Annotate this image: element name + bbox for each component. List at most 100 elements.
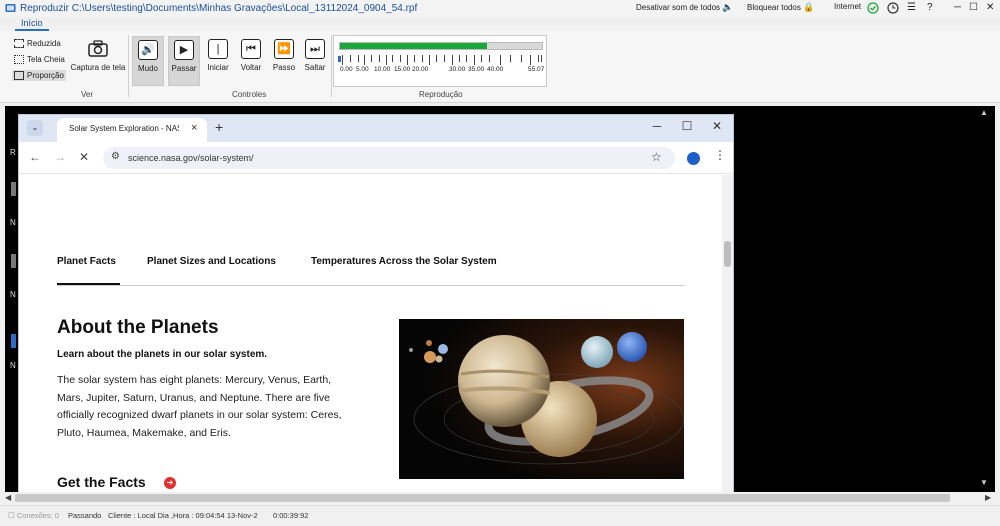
bookmark-star-icon[interactable]: ☆ bbox=[651, 150, 662, 164]
forward-arrow-icon[interactable]: → bbox=[54, 150, 66, 164]
view-group-label: Ver bbox=[81, 90, 94, 99]
ribbon: Reduzida Tela Cheia Proporção Captura de… bbox=[0, 31, 1000, 103]
help-icon[interactable]: ? bbox=[927, 2, 933, 13]
scroll-up-icon[interactable]: ▲ bbox=[980, 108, 988, 117]
more-menu-icon[interactable]: ⋮ bbox=[714, 148, 726, 162]
ribbon-tab-row: Início bbox=[0, 17, 1000, 31]
stop-loading-icon[interactable]: ✕ bbox=[79, 150, 89, 164]
view-reduced-button[interactable]: Reduzida bbox=[12, 38, 63, 49]
timeline-label: 55.07 bbox=[528, 66, 545, 73]
timeline-tick bbox=[364, 55, 365, 65]
browser-toolbar: ← → ✕ ⚙ science.nasa.gov/solar-system/ ☆… bbox=[19, 142, 733, 174]
lock-all-button[interactable]: Bloquear todos 🔒 bbox=[747, 2, 814, 13]
skip-button[interactable]: ⏭ Saltar bbox=[299, 36, 331, 86]
desktop-icon bbox=[11, 254, 16, 268]
view-fullscreen-button[interactable]: Tela Cheia bbox=[12, 54, 67, 65]
play-icon: ▶ bbox=[174, 40, 194, 60]
page-body-text: The solar system has eight planets: Merc… bbox=[57, 374, 342, 439]
timeline-tick bbox=[386, 55, 387, 65]
speaker-icon: 🔈 bbox=[722, 2, 734, 12]
step-label: Passo bbox=[272, 63, 296, 72]
mute-all-button[interactable]: Desativar som de todos 🔈 bbox=[636, 2, 734, 13]
timeline-label: 40.00 bbox=[487, 66, 504, 73]
elapsed-time: 0:00:39:92 bbox=[273, 511, 309, 520]
scrollbar-thumb[interactable] bbox=[724, 241, 731, 267]
tab-search-icon[interactable]: ⌄ bbox=[27, 120, 43, 136]
playback-timeline[interactable]: 0.00 5.00 10.00 15.00 20.00 30.00 35.00 … bbox=[333, 35, 547, 87]
scroll-left-icon[interactable]: ◀ bbox=[5, 493, 11, 502]
page-subtitle: Learn about the planets in our solar sys… bbox=[57, 349, 268, 360]
close-icon[interactable]: ✕ bbox=[707, 119, 727, 133]
clock-icon[interactable] bbox=[887, 2, 899, 14]
browser-tab[interactable]: Solar System Exploration - NAS × bbox=[57, 118, 207, 142]
maximize-icon[interactable]: ☐ bbox=[969, 2, 978, 13]
tab-inicio[interactable]: Início bbox=[15, 17, 49, 31]
playhead-marker[interactable] bbox=[338, 56, 341, 62]
scroll-down-icon[interactable]: ▼ bbox=[980, 478, 988, 487]
screenshot-button[interactable]: Captura de tela bbox=[70, 36, 126, 86]
playback-state: Passando bbox=[68, 511, 102, 520]
get-the-facts-link[interactable]: Get the Facts bbox=[57, 474, 146, 490]
site-info-icon[interactable]: ⚙ bbox=[111, 151, 120, 162]
window-title: Reproduzir C:\Users\testing\Documents\Mi… bbox=[20, 3, 418, 14]
fast-forward-icon: ⏩ bbox=[274, 39, 294, 59]
back-arrow-icon[interactable]: ← bbox=[29, 150, 41, 164]
desktop-icon bbox=[11, 182, 16, 196]
timeline-tick bbox=[489, 55, 490, 62]
step-button[interactable]: ⏩ Passo bbox=[268, 36, 300, 86]
timeline-label: 35.00 bbox=[468, 66, 485, 73]
minimize-icon[interactable]: ─ bbox=[954, 2, 961, 13]
timeline-tick bbox=[459, 55, 460, 62]
camera-icon bbox=[88, 40, 108, 57]
timeline-tick bbox=[429, 55, 430, 65]
timeline-tick bbox=[422, 55, 423, 62]
tab-planet-facts[interactable]: Planet Facts bbox=[57, 256, 116, 267]
tab-temperatures[interactable]: Temperatures Across the Solar System bbox=[311, 256, 497, 267]
start-button[interactable]: | Iniciar bbox=[202, 36, 234, 86]
minimize-icon[interactable]: ─ bbox=[647, 119, 667, 133]
mute-label: Mudo bbox=[137, 64, 158, 73]
browser-tab-strip: ⌄ Solar System Exploration - NAS × + ─ ☐… bbox=[19, 115, 733, 142]
tab-planet-sizes[interactable]: Planet Sizes and Locations bbox=[147, 256, 276, 267]
proportion-icon bbox=[14, 71, 24, 80]
timeline-tick bbox=[452, 55, 453, 65]
maximize-icon[interactable]: ☐ bbox=[677, 119, 697, 133]
internet-status[interactable]: Internet bbox=[834, 2, 861, 11]
close-icon[interactable]: ✕ bbox=[986, 2, 994, 13]
app-icon bbox=[5, 4, 16, 12]
address-bar[interactable]: ⚙ science.nasa.gov/solar-system/ ☆ bbox=[103, 147, 675, 169]
mute-button[interactable]: 🔊 Mudo bbox=[132, 36, 164, 86]
viewer-horizontal-scrollbar[interactable]: ◀ ▶ bbox=[5, 492, 995, 504]
remote-desktop-strip: R N N N bbox=[5, 106, 17, 492]
new-tab-icon[interactable]: + bbox=[215, 119, 223, 135]
menu-icon[interactable]: ☰ bbox=[907, 2, 916, 13]
tab-close-icon[interactable]: × bbox=[191, 122, 197, 134]
timeline-label: 20.00 bbox=[412, 66, 429, 73]
timeline-tick bbox=[538, 55, 539, 62]
mute-all-label: Desativar som de todos bbox=[636, 3, 721, 12]
solar-system-image bbox=[399, 319, 684, 479]
playback-group-label: Reprodução bbox=[419, 90, 463, 99]
timeline-label: 10.00 bbox=[374, 66, 391, 73]
timeline-label: 0.00 bbox=[340, 66, 353, 73]
browser-window: ⌄ Solar System Exploration - NAS × + ─ ☐… bbox=[18, 114, 734, 492]
back-label: Voltar bbox=[240, 63, 262, 72]
arrow-right-icon[interactable]: ➜ bbox=[164, 477, 176, 489]
scroll-right-icon[interactable]: ▶ bbox=[985, 493, 991, 502]
view-proportion-button[interactable]: Proporção bbox=[12, 70, 66, 81]
profile-avatar-icon[interactable] bbox=[687, 152, 700, 165]
speaker-icon: 🔊 bbox=[138, 40, 158, 60]
pass-label: Passar bbox=[171, 64, 197, 73]
skip-label: Saltar bbox=[304, 63, 326, 72]
desktop-icon bbox=[11, 334, 16, 348]
back-button[interactable]: ⏮ Voltar bbox=[235, 36, 267, 86]
view-reduced-label: Reduzida bbox=[27, 39, 61, 48]
page-vertical-scrollbar[interactable] bbox=[722, 175, 733, 492]
pass-button[interactable]: ▶ Passar bbox=[168, 36, 200, 86]
desktop-fragment: N bbox=[10, 218, 16, 227]
scrollbar-thumb[interactable] bbox=[15, 494, 950, 502]
url-text: science.nasa.gov/solar-system/ bbox=[128, 153, 254, 163]
progress-track[interactable] bbox=[339, 42, 543, 50]
tab-title: Solar System Exploration - NAS bbox=[69, 124, 179, 133]
fullscreen-icon bbox=[14, 55, 24, 64]
